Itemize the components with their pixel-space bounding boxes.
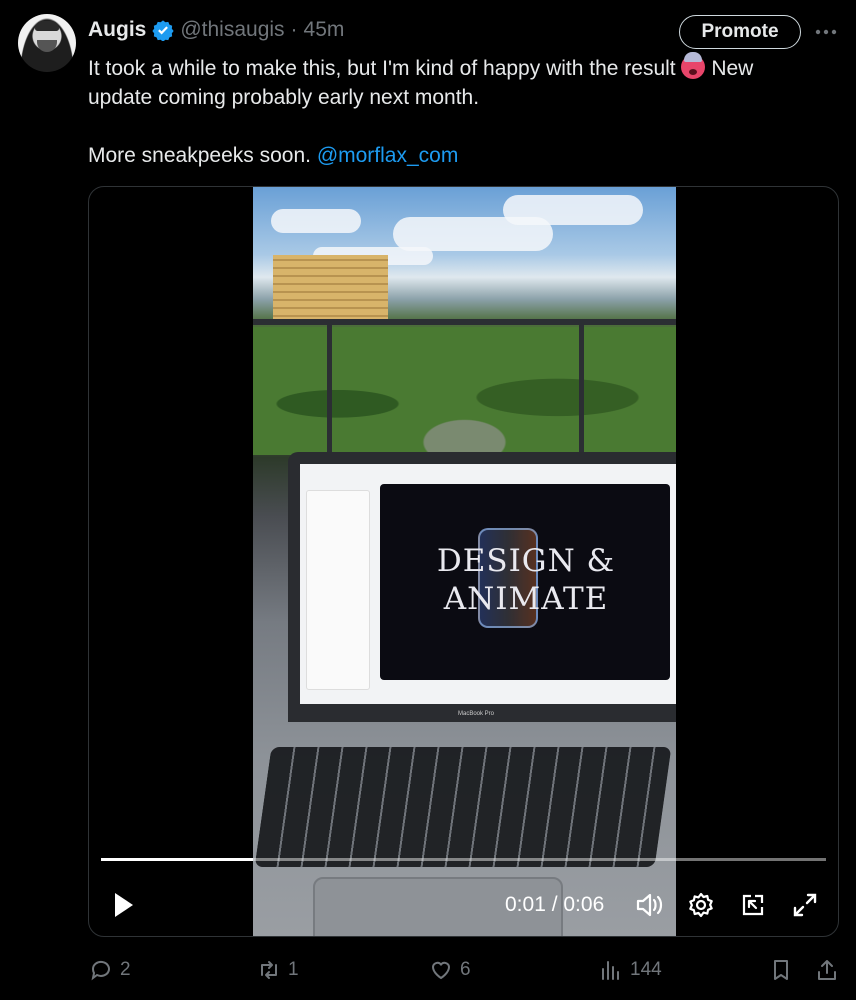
settings-icon[interactable] bbox=[685, 887, 717, 923]
repost-action[interactable]: 1 bbox=[256, 954, 299, 986]
tweet-header: Augis @thisaugis · 45m bbox=[88, 16, 344, 44]
video-timecode: 0:01 / 0:06 bbox=[505, 893, 605, 916]
share-icon bbox=[818, 960, 836, 980]
repost-count: 1 bbox=[288, 959, 299, 980]
author-name[interactable]: Augis bbox=[88, 18, 146, 42]
play-icon[interactable] bbox=[105, 887, 141, 923]
hot-face-emoji-icon bbox=[681, 52, 706, 79]
bookmark-icon bbox=[774, 960, 788, 980]
laptop-label: MacBook Pro bbox=[458, 711, 495, 717]
like-icon bbox=[431, 961, 451, 980]
avatar-beard bbox=[37, 40, 57, 52]
author-handle[interactable]: @thisaugis bbox=[180, 18, 284, 42]
laptop-screen: DESIGN & ANIMATE bbox=[288, 452, 676, 722]
tweet-text-part-b: New bbox=[711, 57, 754, 80]
laptop-keyboard bbox=[254, 747, 672, 867]
like-count: 6 bbox=[460, 959, 471, 980]
tweet-text-line-1: It took a while to make this, but I'm ki… bbox=[88, 52, 828, 83]
video-progress-bar[interactable] bbox=[101, 858, 826, 861]
canvas-title-line-2: ANIMATE bbox=[443, 581, 609, 617]
bookmark-action[interactable] bbox=[768, 954, 794, 986]
views-count: 144 bbox=[630, 959, 662, 980]
reply-action[interactable]: 2 bbox=[88, 954, 131, 986]
video-progress-fill bbox=[101, 858, 254, 861]
more-icon[interactable] bbox=[812, 18, 840, 46]
volume-icon[interactable] bbox=[633, 887, 665, 923]
author-avatar[interactable] bbox=[18, 14, 76, 72]
tweet-text-part-c: More sneakpeeks soon. bbox=[88, 144, 311, 167]
mention-link[interactable]: @morflax_com bbox=[317, 144, 459, 167]
app-sidebar bbox=[306, 490, 370, 690]
tweet-text-line-2: update coming probably early next month. bbox=[88, 86, 480, 109]
app-canvas: DESIGN & ANIMATE bbox=[380, 484, 670, 680]
fullscreen-icon[interactable] bbox=[789, 887, 821, 923]
trees bbox=[253, 327, 676, 455]
views-icon bbox=[602, 961, 619, 980]
building bbox=[273, 255, 388, 323]
canvas-title-line-1: DESIGN & bbox=[436, 543, 616, 579]
pip-icon[interactable] bbox=[737, 887, 769, 923]
views-action[interactable]: 144 bbox=[598, 954, 662, 986]
reply-icon bbox=[91, 960, 110, 981]
repost-icon bbox=[261, 961, 277, 979]
tweet-text-line-3: More sneakpeeks soon. @morflax_com bbox=[88, 141, 828, 170]
promote-button[interactable]: Promote bbox=[679, 15, 801, 49]
like-action[interactable]: 6 bbox=[428, 954, 471, 986]
post-time[interactable]: 45m bbox=[304, 18, 345, 42]
video-frame[interactable]: DESIGN & ANIMATE MacBook Pro bbox=[253, 187, 676, 936]
balcony-rail bbox=[253, 319, 676, 325]
header-separator: · bbox=[290, 18, 298, 41]
canvas-title: DESIGN & ANIMATE bbox=[396, 542, 656, 618]
share-action[interactable] bbox=[814, 954, 840, 986]
tweet-text: It took a while to make this, but I'm ki… bbox=[88, 52, 828, 170]
design-app: DESIGN & ANIMATE bbox=[300, 464, 676, 704]
video-player[interactable]: DESIGN & ANIMATE MacBook Pro 0:01 / 0:06 bbox=[88, 186, 839, 937]
reply-count: 2 bbox=[120, 959, 131, 980]
tweet-text-part-a: It took a while to make this, but I'm ki… bbox=[88, 57, 676, 80]
verified-badge-icon bbox=[152, 20, 174, 41]
avatar-hair bbox=[35, 21, 59, 31]
